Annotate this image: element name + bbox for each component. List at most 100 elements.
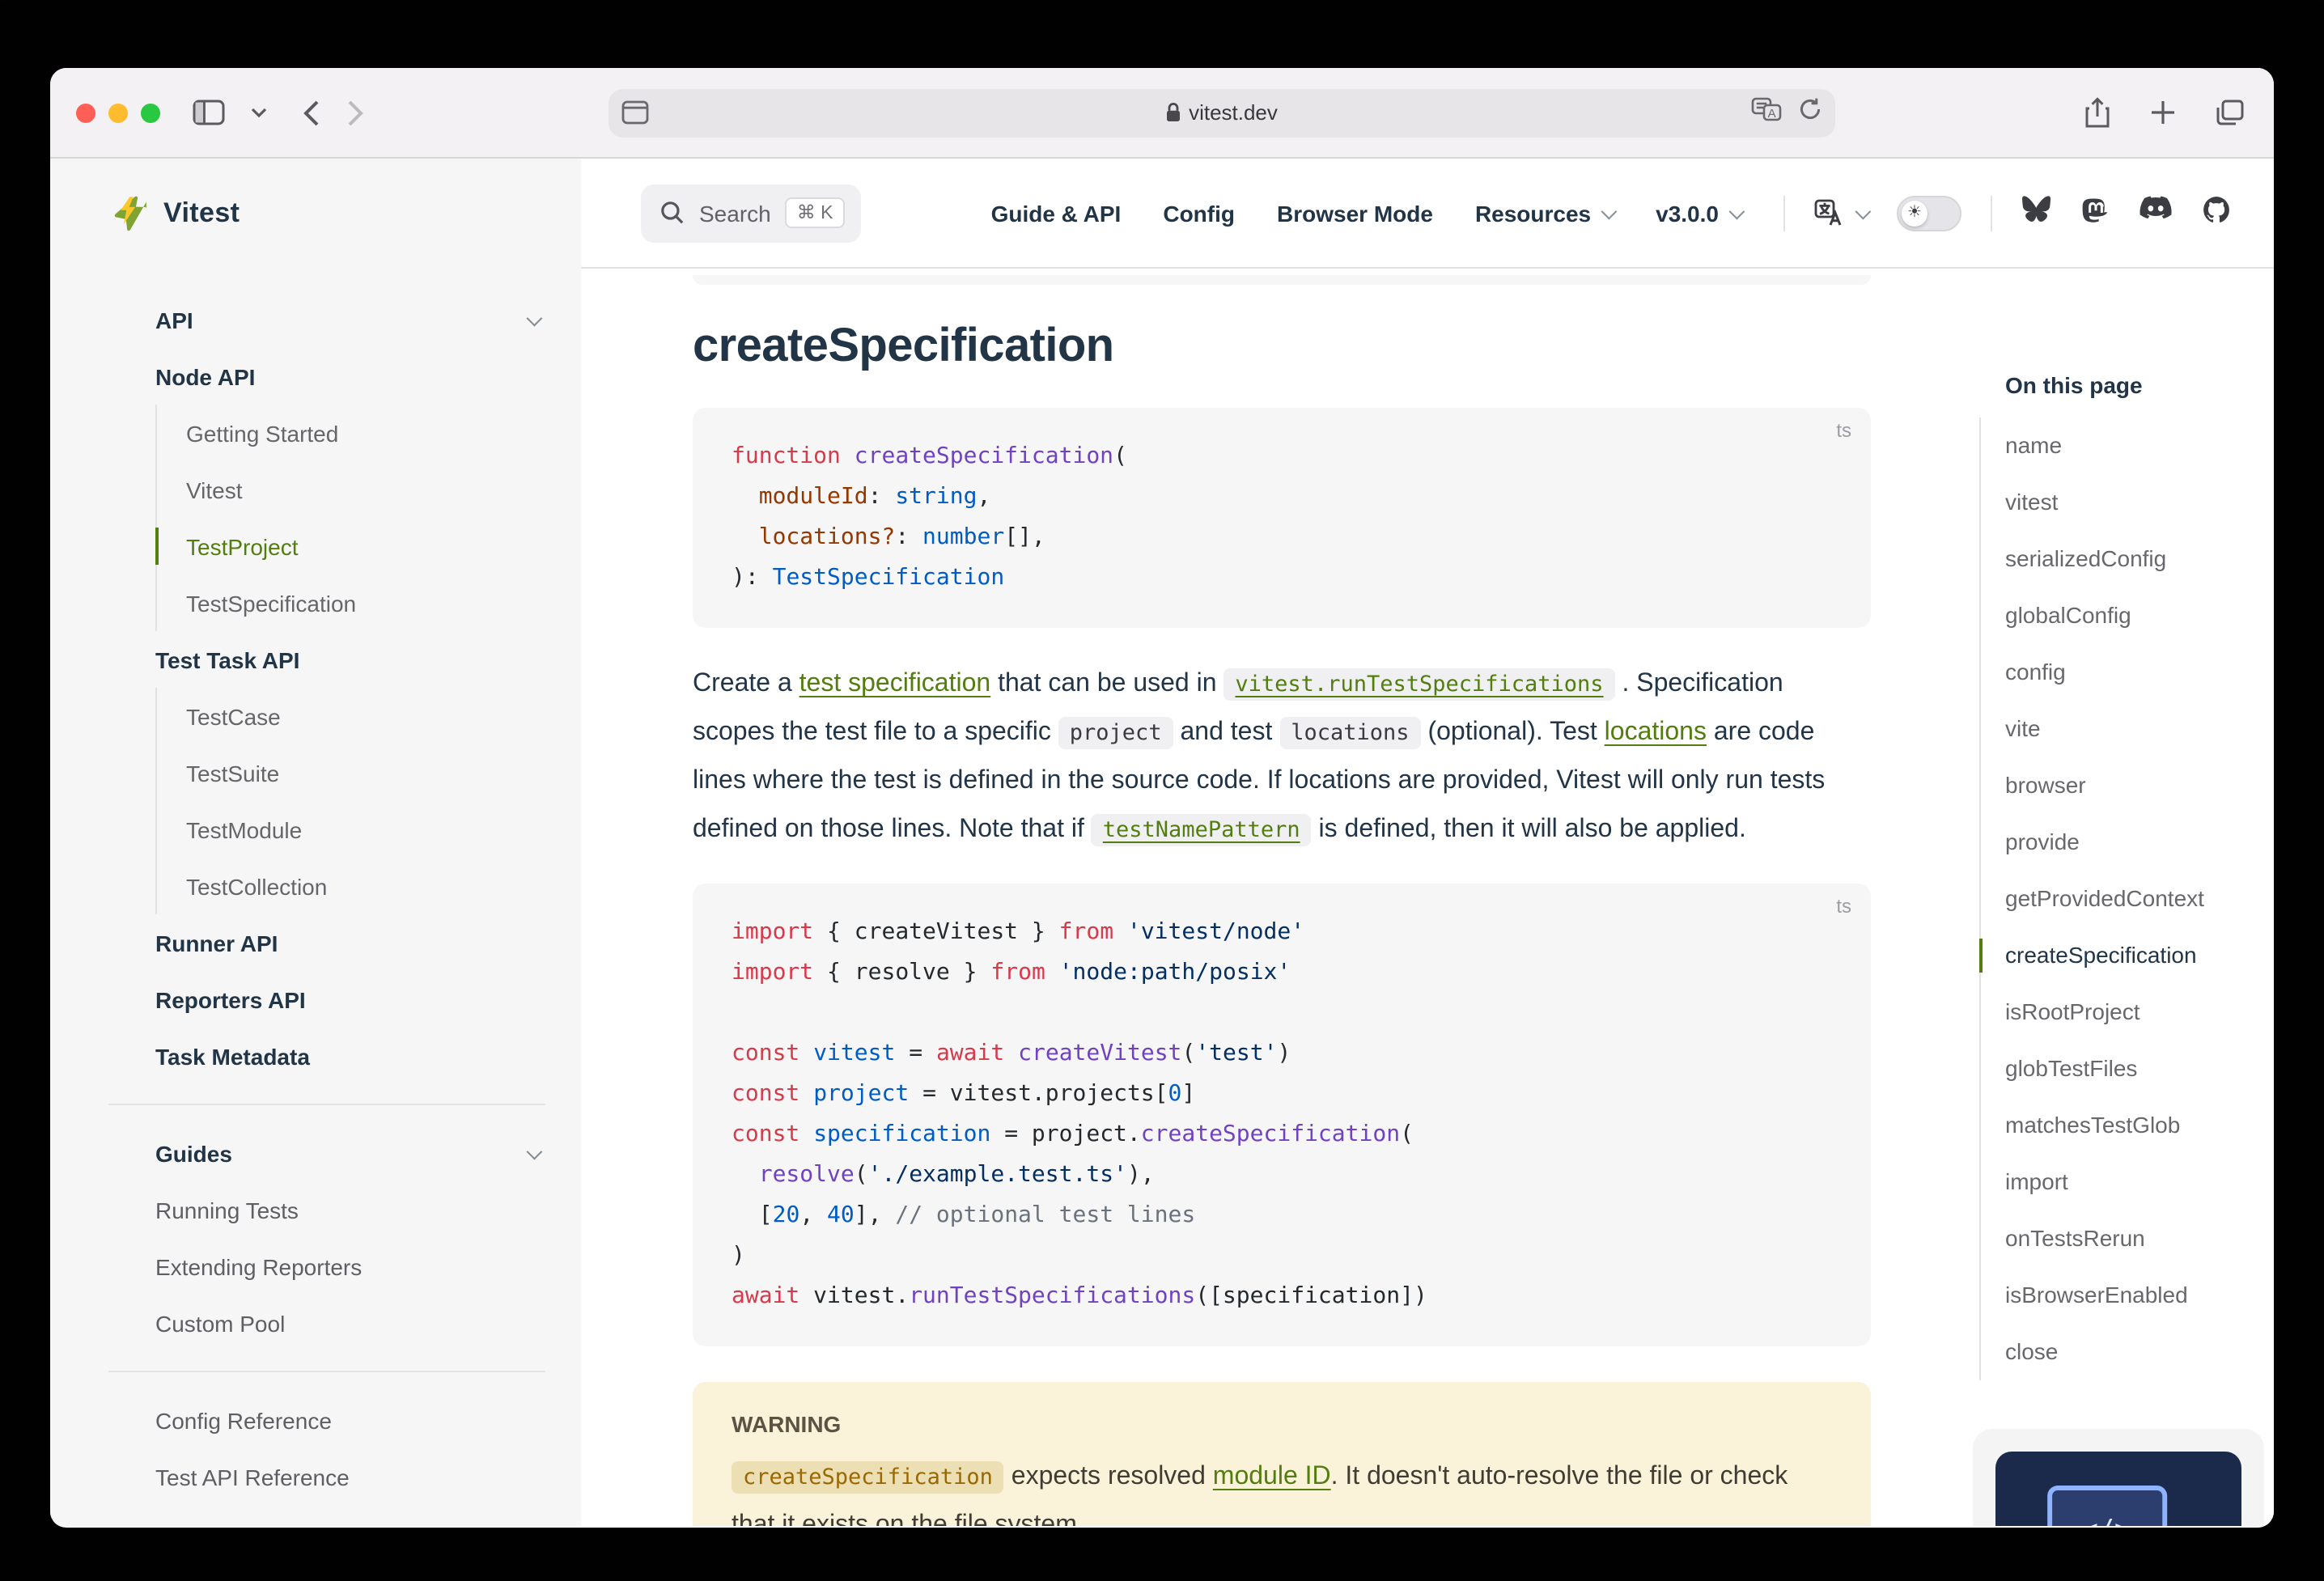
- doc-link[interactable]: locations: [1605, 718, 1707, 746]
- address-bar[interactable]: vitest.dev A: [608, 88, 1834, 137]
- nav-item-label: Config: [1163, 200, 1235, 226]
- search-icon: [660, 201, 685, 225]
- sidebar-section-api[interactable]: API: [155, 291, 545, 348]
- toc-item-createspecification[interactable]: createSpecification: [2005, 927, 2264, 984]
- search-button[interactable]: Search ⌘ K: [641, 184, 860, 242]
- site-logo[interactable]: Vitest: [108, 159, 545, 269]
- toc-item-globtestfiles[interactable]: globTestFiles: [2005, 1041, 2264, 1097]
- chevron-down-icon: [1601, 204, 1618, 220]
- text: that can be used in: [990, 670, 1223, 697]
- share-icon[interactable]: [2081, 93, 2114, 132]
- nav-item-config[interactable]: Config: [1163, 200, 1235, 226]
- nav-item-v3-0-0[interactable]: v3.0.0: [1656, 200, 1741, 226]
- tab-overview-icon[interactable]: [2212, 95, 2248, 129]
- zoom-window-button[interactable]: [141, 103, 160, 122]
- nav-item-resources[interactable]: Resources: [1475, 200, 1614, 226]
- section-label: API: [155, 307, 193, 333]
- sidebar-item-testmodule[interactable]: TestModule: [186, 801, 545, 858]
- new-tab-icon[interactable]: [2146, 95, 2180, 129]
- toc-item-matchestestglob[interactable]: matchesTestGlob: [2005, 1097, 2264, 1154]
- sidebar-section-guides[interactable]: Guides: [155, 1125, 545, 1181]
- vitest-logo-icon: [108, 193, 149, 234]
- sidebar-item-extending-reporters[interactable]: Extending Reporters: [155, 1238, 545, 1295]
- sidebar-item-task-metadata[interactable]: Task Metadata: [155, 1028, 545, 1084]
- toc-item-isbrowserenabled[interactable]: isBrowserEnabled: [2005, 1267, 2264, 1324]
- search-label: Search: [699, 200, 771, 226]
- nav-item-label: Resources: [1475, 200, 1591, 226]
- url-bar-area: vitest.dev A: [387, 88, 2055, 137]
- github-icon[interactable]: [2201, 193, 2232, 232]
- page-settings-icon[interactable]: [621, 100, 648, 125]
- code-block-example[interactable]: ts import { createVitest } from 'vitest/…: [693, 884, 1871, 1346]
- sidebar-item-custom-pool[interactable]: Custom Pool: [155, 1295, 545, 1351]
- toc-item-isrootproject[interactable]: isRootProject: [2005, 984, 2264, 1041]
- reload-icon[interactable]: [1797, 96, 1821, 129]
- toc-item-name[interactable]: name: [2005, 418, 2264, 474]
- toc-item-globalconfig[interactable]: globalConfig: [2005, 587, 2264, 644]
- toc-item-vite[interactable]: vite: [2005, 701, 2264, 757]
- toc-item-getprovidedcontext[interactable]: getProvidedContext: [2005, 871, 2264, 927]
- sidebar-toggle-icon[interactable]: [189, 95, 228, 129]
- sidebar-group-items: Getting StartedVitestTestProjectTestSpec…: [155, 405, 545, 631]
- sidebar-item-getting-started[interactable]: Getting Started: [186, 405, 545, 461]
- close-window-button[interactable]: [76, 103, 95, 122]
- inline-code-link[interactable]: vitest.runTestSpecifications: [1223, 668, 1614, 701]
- sidebar-item-testspecification[interactable]: TestSpecification: [186, 574, 545, 631]
- sidebar-item-runner-api[interactable]: Runner API: [155, 914, 545, 971]
- code-block-signature[interactable]: ts function createSpecification( moduleI…: [693, 408, 1871, 628]
- text: expects resolved: [1004, 1463, 1213, 1490]
- toc-item-provide[interactable]: provide: [2005, 814, 2264, 871]
- nav-item-browser-mode[interactable]: Browser Mode: [1277, 200, 1433, 226]
- chevron-down-icon: [527, 311, 543, 327]
- toc-item-close[interactable]: close: [2005, 1324, 2264, 1380]
- translate-icon: [1814, 199, 1845, 227]
- toc-item-serializedconfig[interactable]: serializedConfig: [2005, 531, 2264, 587]
- mastodon-icon[interactable]: [2081, 193, 2110, 232]
- browser-window: vitest.dev A: [50, 68, 2274, 1528]
- theme-toggle[interactable]: ☀: [1897, 195, 1961, 231]
- minimize-window-button[interactable]: [108, 103, 128, 122]
- lock-icon: [1164, 102, 1181, 123]
- sidebar-divider: [108, 1104, 545, 1105]
- doc-link[interactable]: test specification: [799, 670, 991, 697]
- sidebar-item-testcollection[interactable]: TestCollection: [186, 858, 545, 914]
- code: function createSpecification( moduleId: …: [732, 437, 1832, 599]
- nav-item-guide-api[interactable]: Guide & API: [991, 200, 1122, 226]
- toc-item-browser[interactable]: browser: [2005, 757, 2264, 814]
- sidebar-divider: [108, 1371, 545, 1372]
- doc-column: createSpecification ts function createSp…: [693, 269, 1871, 1526]
- toc-item-config[interactable]: config: [2005, 644, 2264, 701]
- docs-sidebar: Vitest APINode APIGetting StartedVitestT…: [50, 159, 581, 1526]
- sponsor-card[interactable]: </>: [1973, 1429, 2264, 1526]
- sidebar-chevron-down-icon[interactable]: [248, 104, 270, 121]
- toc-item-vitest[interactable]: vitest: [2005, 474, 2264, 531]
- on-this-page-title: On this page: [2005, 372, 2264, 398]
- sidebar-item-config-reference[interactable]: Config Reference: [155, 1392, 545, 1448]
- sidebar-item-testsuite[interactable]: TestSuite: [186, 744, 545, 801]
- sidebar-item-running-tests[interactable]: Running Tests: [155, 1181, 545, 1238]
- language-menu[interactable]: [1814, 199, 1868, 227]
- code-language-badge: ts: [1836, 895, 1851, 918]
- toc-item-import[interactable]: import: [2005, 1154, 2264, 1210]
- toc-item-ontestsrerun[interactable]: onTestsRerun: [2005, 1210, 2264, 1267]
- discord-icon[interactable]: [2140, 196, 2172, 230]
- top-nav: Guide & API Config Browser Mode Resources v3…: [991, 200, 1741, 226]
- inline-code-link[interactable]: testNamePattern: [1092, 814, 1312, 846]
- back-button[interactable]: [299, 95, 324, 130]
- code-language-badge: ts: [1836, 419, 1851, 442]
- sidebar-item-testcase[interactable]: TestCase: [186, 688, 545, 744]
- chevron-down-icon: [527, 1144, 543, 1160]
- bluesky-icon[interactable]: [2021, 195, 2052, 231]
- translate-page-icon[interactable]: A: [1750, 96, 1781, 129]
- chevron-down-icon: [1729, 204, 1745, 220]
- sidebar-item-testproject[interactable]: TestProject: [186, 518, 545, 574]
- doc-link[interactable]: module ID: [1213, 1463, 1331, 1490]
- sidebar-item-vitest[interactable]: Vitest: [186, 461, 545, 518]
- sidebar-item-test-api-reference[interactable]: Test API Reference: [155, 1448, 545, 1505]
- main-area: Search ⌘ K Guide & API Config Browser Mode…: [581, 159, 2274, 1526]
- sidebar-item-reporters-api[interactable]: Reporters API: [155, 971, 545, 1028]
- site-header: Search ⌘ K Guide & API Config Browser Mode…: [581, 159, 2274, 269]
- forward-button[interactable]: [343, 95, 367, 130]
- brand-name: Vitest: [163, 197, 240, 230]
- divider: [1783, 195, 1785, 231]
